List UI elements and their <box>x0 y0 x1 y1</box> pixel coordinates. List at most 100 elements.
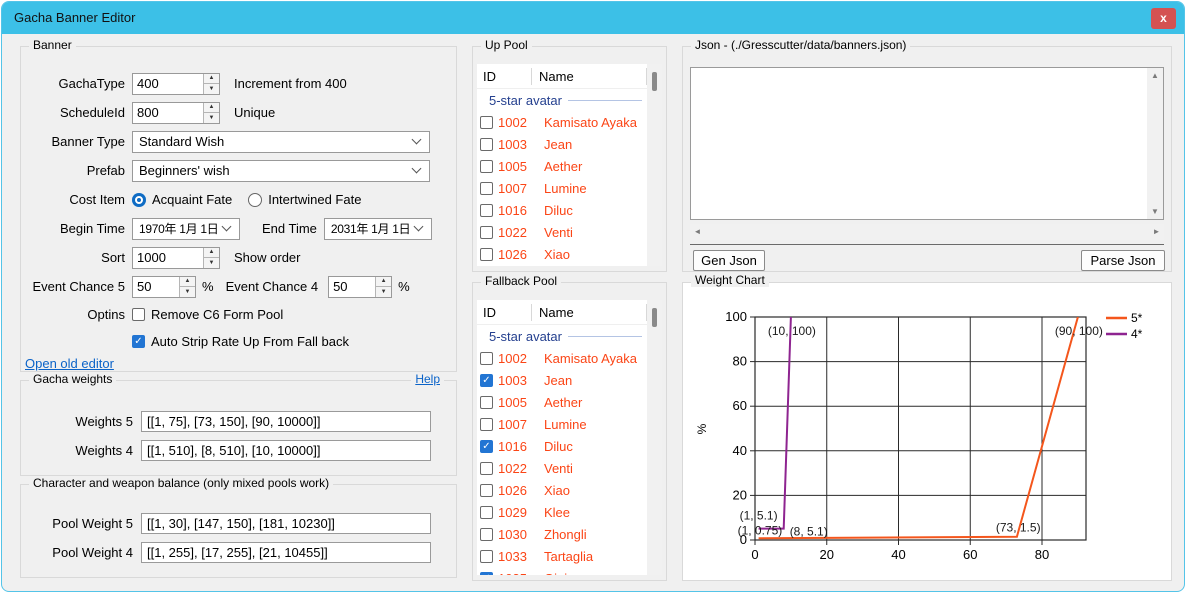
pool-row[interactable]: 1026Xiao <box>477 479 647 501</box>
spin-down-icon[interactable]: ▼ <box>204 84 219 94</box>
scroll-left-icon[interactable]: ◄ <box>690 224 705 240</box>
row-checkbox[interactable] <box>480 462 493 475</box>
event-chance-5-spinner[interactable]: 50 ▲▼ <box>132 276 196 298</box>
pool-row[interactable]: 1005Aether <box>477 391 647 413</box>
scheduleid-spinner[interactable]: 800 ▲▼ <box>132 102 220 124</box>
chevron-down-icon <box>222 222 232 232</box>
row-checkbox[interactable] <box>480 396 493 409</box>
pool-row[interactable]: 1007Lumine <box>477 177 647 199</box>
row-checkbox[interactable]: ✓ <box>480 440 493 453</box>
row-checkbox[interactable]: ✓ <box>480 374 493 387</box>
row-checkbox[interactable] <box>480 226 493 239</box>
pool-weight5-input[interactable]: [[1, 30], [147, 150], [181, 10230]] <box>141 513 431 534</box>
pool-weight4-input[interactable]: [[1, 255], [17, 255], [21, 10455]] <box>141 542 431 563</box>
pool-row[interactable]: ✓1016Diluc <box>477 435 647 457</box>
sort-value[interactable]: 1000 <box>133 248 203 268</box>
event-chance-row: Event Chance 5 50 ▲▼ % Event Chance 4 50… <box>21 272 456 301</box>
json-horizontal-scrollbar[interactable]: ◄ ► <box>690 224 1164 240</box>
json-group: Json - (./Gresscutter/data/banners.json)… <box>682 46 1172 272</box>
row-checkbox[interactable] <box>480 116 493 129</box>
pool-row[interactable]: 1003Jean <box>477 133 647 155</box>
remove-c6-checkbox[interactable] <box>132 308 145 321</box>
pool-row[interactable]: 1030Zhongli <box>477 523 647 545</box>
pool-row[interactable]: 1002Kamisato Ayaka <box>477 111 647 133</box>
scrollbar-thumb[interactable] <box>652 308 657 327</box>
pool-row[interactable]: 1002Kamisato Ayaka <box>477 347 647 369</box>
pool-row[interactable]: 1022Venti <box>477 457 647 479</box>
sort-label: Sort <box>21 250 125 265</box>
pool-row[interactable]: 1029Klee <box>477 501 647 523</box>
weight-chart-title: Weight Chart <box>691 273 769 287</box>
spin-down-icon[interactable]: ▼ <box>180 287 195 297</box>
scroll-right-icon[interactable]: ► <box>1149 224 1164 240</box>
pool-row[interactable]: 1026Xiao <box>477 243 647 265</box>
row-checkbox[interactable] <box>480 484 493 497</box>
spin-up-icon[interactable]: ▲ <box>204 103 219 114</box>
pool-row[interactable]: 1022Venti <box>477 221 647 243</box>
json-vertical-scrollbar[interactable]: ▲ ▼ <box>1147 68 1163 219</box>
scrollbar-thumb[interactable] <box>652 72 657 91</box>
pool-row[interactable]: ✓1035Qiqi <box>477 567 647 575</box>
row-checkbox[interactable] <box>480 418 493 431</box>
spin-up-icon[interactable]: ▲ <box>204 74 219 85</box>
banner-type-select[interactable]: Standard Wish <box>132 131 430 153</box>
spin-down-icon[interactable]: ▼ <box>204 113 219 123</box>
help-link[interactable]: Help <box>411 372 444 386</box>
row-checkbox[interactable] <box>480 248 493 261</box>
end-time-select[interactable]: 2031年 1月 1日 <box>324 218 432 240</box>
close-button[interactable]: x <box>1151 8 1176 29</box>
spin-down-icon[interactable]: ▼ <box>376 287 391 297</box>
prefab-select[interactable]: Beginners' wish <box>132 160 430 182</box>
gachatype-spinner[interactable]: 400 ▲▼ <box>132 73 220 95</box>
pool-row[interactable]: 1016Diluc <box>477 199 647 221</box>
row-checkbox[interactable] <box>480 160 493 173</box>
spin-up-icon[interactable]: ▲ <box>180 277 195 288</box>
intertwined-fate-radio[interactable] <box>248 193 262 207</box>
row-id: 1026 <box>498 247 544 262</box>
up-pool-scrollbar[interactable] <box>647 64 662 266</box>
json-textarea[interactable] <box>692 69 1146 218</box>
event-chance-4-spinner[interactable]: 50 ▲▼ <box>328 276 392 298</box>
scroll-up-icon[interactable]: ▲ <box>1147 68 1163 83</box>
svg-text:60: 60 <box>733 398 747 413</box>
row-checkbox[interactable] <box>480 182 493 195</box>
auto-strip-checkbox[interactable]: ✓ <box>132 335 145 348</box>
gachatype-value[interactable]: 400 <box>133 74 203 94</box>
pool-row[interactable]: 1033Tartaglia <box>477 545 647 567</box>
prefab-row: Prefab Beginners' wish <box>21 156 456 185</box>
open-old-editor-link[interactable]: Open old editor <box>25 356 114 371</box>
spin-up-icon[interactable]: ▲ <box>376 277 391 288</box>
event-chance-4-value[interactable]: 50 <box>329 277 375 297</box>
acquaint-fate-radio[interactable] <box>132 193 146 207</box>
sort-spinner[interactable]: 1000 ▲▼ <box>132 247 220 269</box>
gen-json-button[interactable]: Gen Json <box>693 250 765 271</box>
row-id: 1030 <box>498 527 544 542</box>
begin-time-select[interactable]: 1970年 1月 1日 <box>132 218 240 240</box>
pool-row[interactable]: 1005Aether <box>477 155 647 177</box>
pool-row[interactable]: ✓1003Jean <box>477 369 647 391</box>
gachatype-row: GachaType 400 ▲▼ Increment from 400 <box>21 69 456 98</box>
event-chance-5-value[interactable]: 50 <box>133 277 179 297</box>
end-time-value: 2031年 1月 1日 <box>331 220 415 237</box>
spin-up-icon[interactable]: ▲ <box>204 248 219 259</box>
weights5-input[interactable]: [[1, 75], [73, 150], [90, 10000]] <box>141 411 431 432</box>
scroll-down-icon[interactable]: ▼ <box>1147 204 1163 219</box>
remove-c6-label: Remove C6 Form Pool <box>151 307 283 322</box>
row-checkbox[interactable] <box>480 138 493 151</box>
svg-text:0: 0 <box>751 547 758 562</box>
row-checkbox[interactable] <box>480 528 493 541</box>
row-checkbox[interactable]: ✓ <box>480 572 493 576</box>
row-checkbox[interactable] <box>480 352 493 365</box>
weight-chart: 020406080020406080100%(10, 100)(90, 100)… <box>690 299 1166 575</box>
scheduleid-value[interactable]: 800 <box>133 103 203 123</box>
weights4-input[interactable]: [[1, 510], [8, 510], [10, 10000]] <box>141 440 431 461</box>
pool-row[interactable]: 1007Lumine <box>477 413 647 435</box>
fallback-pool-scrollbar[interactable] <box>647 300 662 575</box>
row-checkbox[interactable] <box>480 204 493 217</box>
parse-json-button[interactable]: Parse Json <box>1081 250 1165 271</box>
row-checkbox[interactable] <box>480 506 493 519</box>
percent-label: % <box>398 279 410 294</box>
row-checkbox[interactable] <box>480 550 493 563</box>
spin-down-icon[interactable]: ▼ <box>204 258 219 268</box>
row-name: Xiao <box>544 483 647 498</box>
